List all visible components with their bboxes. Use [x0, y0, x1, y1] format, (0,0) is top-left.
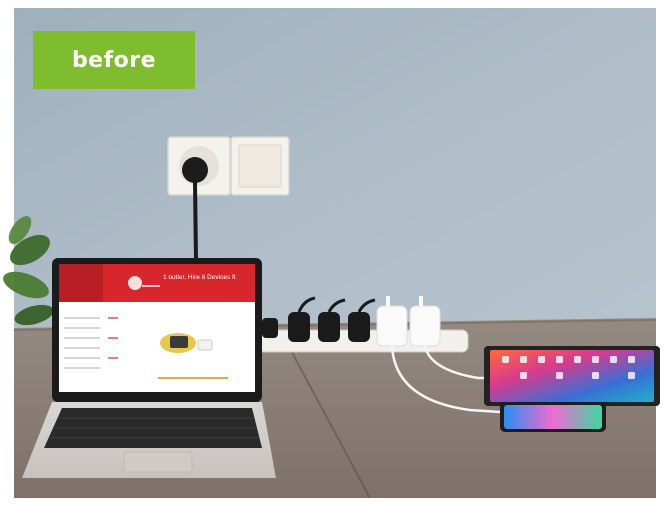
before-badge: before [33, 31, 195, 89]
laptop-icon [22, 258, 276, 478]
before-badge-label: before [71, 47, 157, 73]
tablet-icon [484, 346, 660, 406]
laptop-screen-heading: 1 outlet, Hire 8 Devices ft [163, 274, 236, 281]
phone-icon [500, 402, 606, 432]
wall-socket-icon [167, 136, 231, 196]
light-switch [230, 136, 290, 196]
